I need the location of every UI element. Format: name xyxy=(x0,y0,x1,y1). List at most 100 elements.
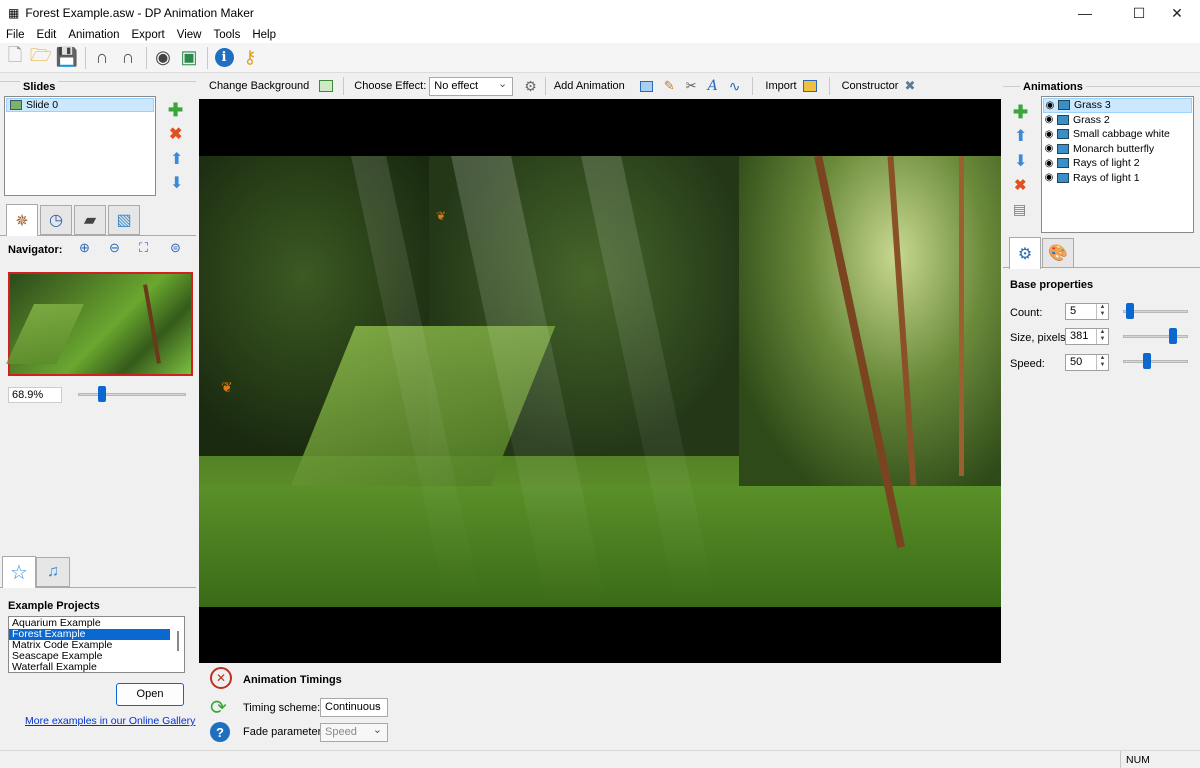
gear-icon: ⚙ xyxy=(1017,245,1033,263)
zoom-level-field[interactable]: 68.9% xyxy=(8,387,62,403)
size-slider-thumb[interactable] xyxy=(1168,328,1177,344)
constructor-label[interactable]: Constructor xyxy=(842,80,899,92)
speed-input[interactable]: 50 ▲ ▼ xyxy=(1065,354,1109,371)
animation-up-icon[interactable]: ⬆ xyxy=(1014,126,1027,146)
effect-settings-icon[interactable]: ⚙ xyxy=(524,78,537,95)
refresh-icon[interactable]: ⟳ xyxy=(210,695,227,720)
size-input[interactable]: 381 ▲ ▼ xyxy=(1065,328,1109,345)
info-icon[interactable]: i xyxy=(212,46,236,70)
tab-camera[interactable]: ▰ xyxy=(74,205,106,235)
close-button[interactable]: ✕ xyxy=(1154,0,1200,26)
save-icon[interactable]: 💾 xyxy=(55,46,79,70)
visibility-eye-icon[interactable]: ◉ xyxy=(1043,158,1055,169)
animation-item-label: Grass 2 xyxy=(1073,113,1110,126)
tab-examples[interactable]: ☆ xyxy=(2,556,36,588)
online-gallery-link[interactable]: More examples in our Online Gallery xyxy=(25,715,195,727)
new-file-icon[interactable]: 🗋 xyxy=(3,45,27,70)
animation-thumbnail-icon xyxy=(1057,114,1069,125)
zoom-in-icon[interactable]: ⊕ xyxy=(79,240,90,256)
preview-eye-icon[interactable]: ◉ xyxy=(151,46,175,70)
navigator-thumbnail[interactable] xyxy=(6,272,193,376)
main-toolbar: 🗋 🗁 💾 ∩ ∩ ◉ ▣ i ⚷ xyxy=(0,43,1200,73)
animation-down-icon[interactable]: ⬇ xyxy=(1014,151,1027,171)
count-input[interactable]: 5 ▲ ▼ xyxy=(1065,303,1109,320)
examples-list[interactable]: Aquarium Example Forest Example Matrix Cod… xyxy=(8,616,185,673)
help-icon[interactable]: ? xyxy=(210,722,230,742)
fade-parameter-select[interactable]: Speed xyxy=(320,722,388,742)
menu-export[interactable]: Export xyxy=(126,29,171,41)
menu-file[interactable]: File xyxy=(0,29,31,41)
tab-appearance[interactable]: 🎨 xyxy=(1042,238,1074,268)
tab-timing[interactable]: ◷ xyxy=(40,205,72,235)
visibility-eye-icon[interactable]: ◉ xyxy=(1043,114,1055,125)
add-picture-animation-icon[interactable] xyxy=(639,80,653,92)
open-folder-icon[interactable]: 🗁 xyxy=(29,45,53,70)
redo-icon[interactable]: ∩ xyxy=(116,46,140,70)
example-item[interactable]: Waterfall Example xyxy=(9,662,170,673)
timing-scheme-select[interactable]: Continuous xyxy=(320,697,388,717)
animation-item[interactable]: ◉ Small cabbage white xyxy=(1043,127,1192,142)
tab-music[interactable]: ♫ xyxy=(36,557,70,587)
visibility-eye-icon[interactable]: ◉ xyxy=(1043,129,1055,140)
menu-edit[interactable]: Edit xyxy=(31,29,63,41)
speed-slider[interactable] xyxy=(1123,360,1188,363)
zoom-out-icon[interactable]: ⊖ xyxy=(109,240,120,256)
timings-panel: ✕ Animation Timings ⟳ Timing scheme: Con… xyxy=(199,665,1001,750)
fit-to-window-icon[interactable]: ⛶ xyxy=(139,240,148,256)
effect-select[interactable]: No effect xyxy=(429,76,514,96)
menu-animation[interactable]: Animation xyxy=(62,29,125,41)
visibility-eye-icon[interactable]: ◉ xyxy=(1044,100,1056,111)
fade-parameter-label: Fade parameter: xyxy=(243,726,325,738)
butterfly-sprite: ❦ xyxy=(436,209,447,223)
menu-tools[interactable]: Tools xyxy=(207,29,246,41)
move-down-icon[interactable]: ⬇ xyxy=(170,173,183,193)
animation-item[interactable]: ◉ Grass 2 xyxy=(1043,113,1192,128)
open-example-button[interactable]: Open xyxy=(116,683,184,706)
animation-properties-icon[interactable]: ▤ xyxy=(1013,201,1026,218)
import-icon[interactable] xyxy=(802,80,817,92)
add-brush-animation-icon[interactable]: ✎ xyxy=(664,78,675,94)
animation-item[interactable]: ◉ Monarch butterfly xyxy=(1043,142,1192,157)
preview-canvas[interactable]: ❦ ❦ xyxy=(199,99,1001,663)
tab-base-properties[interactable]: ⚙ xyxy=(1009,237,1041,269)
visibility-eye-icon[interactable]: ◉ xyxy=(1043,143,1055,154)
add-slide-icon[interactable]: ✚ xyxy=(168,100,183,121)
size-slider[interactable] xyxy=(1123,335,1188,338)
minimize-button[interactable]: — xyxy=(1062,0,1108,26)
zoom-slider[interactable] xyxy=(78,393,186,396)
add-animation-icon[interactable]: ✚ xyxy=(1013,102,1028,123)
animation-thumbnail-icon xyxy=(1057,143,1069,154)
tab-image[interactable]: ▧ xyxy=(108,205,140,235)
key-icon[interactable]: ⚷ xyxy=(238,46,262,70)
animations-list[interactable]: ◉ Grass 3 ◉ Grass 2 ◉ Small cabbage white ◉ Mon… xyxy=(1041,96,1194,233)
undo-icon[interactable]: ∩ xyxy=(90,46,114,70)
delete-animation-icon[interactable]: ✖ xyxy=(1014,176,1027,194)
count-slider-thumb[interactable] xyxy=(1125,303,1134,319)
animation-item[interactable]: ◉ Rays of light 1 xyxy=(1043,171,1192,186)
animation-item[interactable]: ◉ Grass 3 xyxy=(1043,98,1192,113)
constructor-tools-icon[interactable]: ✖ xyxy=(904,78,915,94)
visibility-eye-icon[interactable]: ◉ xyxy=(1043,172,1055,183)
actual-size-icon[interactable]: ⊜ xyxy=(170,240,181,256)
delete-slide-icon[interactable]: ✖ xyxy=(169,124,182,144)
slides-list[interactable]: Slide 0 xyxy=(4,96,156,196)
change-background-button[interactable]: Change Background xyxy=(209,80,309,92)
toolbar-separator xyxy=(207,46,208,69)
speed-slider-thumb[interactable] xyxy=(1142,353,1151,369)
animation-item[interactable]: ◉ Rays of light 2 xyxy=(1043,156,1192,171)
tab-navigator[interactable]: ✵ xyxy=(6,204,38,236)
move-up-icon[interactable]: ⬆ xyxy=(170,149,183,169)
add-wave-animation-icon[interactable]: ∿ xyxy=(729,78,741,95)
title-bar: ▦ Forest Example.asw - DP Animation Make… xyxy=(0,0,1200,26)
slide-item[interactable]: Slide 0 xyxy=(6,98,154,112)
animations-header: Animations xyxy=(1020,81,1086,93)
zoom-slider-thumb[interactable] xyxy=(98,386,106,402)
add-particle-animation-icon[interactable]: ✂ xyxy=(686,78,697,94)
background-picture-icon[interactable] xyxy=(319,80,334,92)
import-label[interactable]: Import xyxy=(765,80,796,92)
menu-view[interactable]: View xyxy=(171,29,208,41)
add-text-animation-icon[interactable]: A xyxy=(708,78,718,94)
export-icon[interactable]: ▣ xyxy=(177,46,201,70)
status-bar: NUM xyxy=(0,750,1200,768)
menu-help[interactable]: Help xyxy=(246,29,282,41)
